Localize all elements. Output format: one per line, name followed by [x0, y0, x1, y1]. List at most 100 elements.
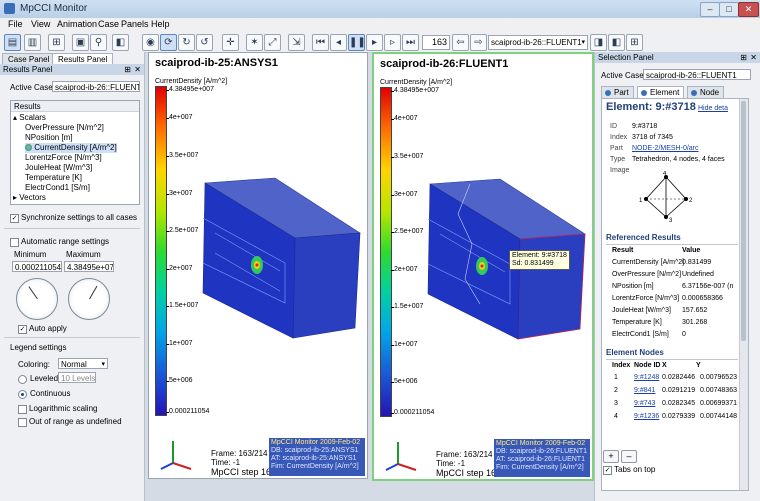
scrollbar-thumb[interactable] [741, 101, 746, 341]
tree-item-electrcond1[interactable]: ElectrCond1 [S/m] [25, 183, 90, 193]
case-select[interactable]: scaiprod-ib-26::FLUENT1 ▾ [488, 35, 588, 50]
tree-item-scalars[interactable]: ▴ Scalars [13, 113, 46, 123]
tree-item-nposition[interactable]: NPosition [m] [25, 133, 73, 143]
pin-icon[interactable]: ⊞ [740, 52, 747, 63]
maximize-button[interactable]: □ [719, 2, 739, 17]
add-button[interactable]: + [603, 450, 619, 463]
node-icon [691, 90, 697, 96]
scrollbar[interactable] [739, 99, 748, 490]
info-box: MpCCI Monitor 2009-Feb-02 DB: scaiprod-i… [269, 438, 365, 476]
tree-item-jouleheat[interactable]: JouleHeat [W/m^3] [25, 163, 92, 173]
maximum-dial[interactable] [68, 278, 110, 320]
menu-panels[interactable]: Panels [121, 19, 149, 29]
tab-label: Element [650, 88, 680, 97]
camera-icon[interactable]: ◉ [142, 34, 159, 51]
scalar-field-icon [25, 144, 32, 151]
tree-item-currentdensity[interactable]: CurrentDensity [A/m^2] [25, 143, 117, 153]
sync-checkbox[interactable]: ✓ [10, 214, 19, 223]
export-icon[interactable]: ⇲ [288, 34, 305, 51]
pin-icon[interactable]: ⊞ [124, 64, 131, 75]
result-value: Undefined [682, 271, 714, 278]
menu-view[interactable]: View [31, 19, 50, 29]
expand-icon[interactable]: ▸ [13, 193, 17, 202]
element-details: Element: 9:#3718 Hide deta ID 9:#3718 In… [601, 98, 749, 491]
app-icon [4, 3, 15, 14]
close-icon[interactable]: ✕ [750, 52, 757, 63]
menu-help[interactable]: Help [151, 19, 170, 29]
minimize-button[interactable]: – [700, 2, 720, 17]
node-x: 0.0291219 [662, 387, 696, 394]
last-frame-icon[interactable]: ⏭ [402, 34, 419, 51]
tree-item-temperature[interactable]: Temperature [K] [25, 173, 82, 183]
play-icon[interactable]: ▸ [366, 34, 383, 51]
fit-view-icon[interactable]: ⊞ [48, 34, 65, 51]
collapse-icon[interactable]: ▴ [13, 113, 17, 122]
axis-icon[interactable]: ✛ [222, 34, 239, 51]
minimum-field[interactable]: 0.000211054 [12, 261, 62, 272]
node-id-link[interactable]: 9:#841 [634, 387, 655, 394]
measure-icon[interactable]: ⤢ [264, 34, 281, 51]
log-scaling-checkbox[interactable] [18, 405, 27, 414]
hide-details-link[interactable]: Hide deta [698, 105, 728, 112]
active-case-field[interactable]: scaiprod-ib-26::FLUENT1 [643, 69, 751, 80]
node-id-link[interactable]: 9:#1236 [634, 413, 659, 420]
close-icon[interactable]: ✕ [134, 64, 141, 75]
rotate-y-icon[interactable]: ↻ [178, 34, 195, 51]
first-frame-icon[interactable]: ⏮ [312, 34, 329, 51]
leveled-radio[interactable] [18, 375, 27, 384]
remove-button[interactable]: – [621, 450, 637, 463]
active-case-field[interactable]: scaiprod-ib-26::FLUENT1 [52, 81, 140, 92]
tetrahedron-image: 4 1 2 3 [639, 171, 693, 223]
part-link[interactable]: NODE-2/MESH-0/arc [632, 145, 699, 152]
left-panel-toggle-icon[interactable]: ◨ [590, 34, 607, 51]
auto-range-checkbox[interactable] [10, 238, 19, 247]
info-line: AT: scaiprod-ib-26:FLUENT1 [496, 456, 585, 463]
forward-arrow-icon[interactable]: ⇨ [470, 34, 487, 51]
tree-item-lorentzforce[interactable]: LorentzForce [N/m^3] [25, 153, 102, 163]
viewport-ansys[interactable]: scaiprod-ib-25:ANSYS1 CurrentDensity [A/… [148, 52, 368, 479]
levels-select[interactable]: 10 Levels [58, 372, 96, 383]
mesh-model[interactable] [185, 153, 365, 353]
clip-icon[interactable]: ◧ [112, 34, 129, 51]
layout-icon[interactable]: ▤ [4, 34, 21, 51]
menu-case[interactable]: Case [98, 19, 119, 29]
close-button[interactable]: ✕ [738, 2, 759, 17]
menu-file[interactable]: File [8, 19, 23, 29]
rotate-z-icon[interactable]: ↺ [196, 34, 213, 51]
probe-icon[interactable]: ✶ [246, 34, 263, 51]
node-id-link[interactable]: 9:#1248 [634, 374, 659, 381]
minimum-label: Minimum [14, 250, 47, 259]
grid-view-icon[interactable]: ⊞ [626, 34, 643, 51]
tree-item-label: Vectors [19, 193, 46, 202]
pause-icon[interactable]: ❚❚ [348, 34, 366, 51]
frame-number-input[interactable]: 163 [422, 35, 450, 50]
zoom-icon[interactable]: ⚲ [90, 34, 107, 51]
auto-apply-checkbox[interactable]: ✓ [18, 325, 27, 334]
continuous-label: Continuous [30, 389, 71, 398]
viewport-fluent[interactable]: scaiprod-ib-26:FLUENT1 CurrentDensity [A… [372, 52, 594, 481]
part-icon [605, 90, 611, 96]
node-id-link[interactable]: 9:#743 [634, 400, 655, 407]
maximum-field[interactable]: 4.38495e+07 [64, 261, 114, 272]
next-frame-icon[interactable]: ▹ [384, 34, 401, 51]
tree-item-vectors[interactable]: ▸ Vectors [13, 193, 46, 203]
detail-key: Index [610, 134, 628, 141]
nodes-col-node-id: Node ID [634, 362, 661, 369]
layout-split-icon[interactable]: ▥ [24, 34, 41, 51]
minimum-dial[interactable] [16, 278, 58, 320]
result-name: LorentzForce [N/m^3] [612, 295, 680, 302]
nodes-col-x: X [662, 362, 667, 369]
right-panel-toggle-icon[interactable]: ◧ [608, 34, 625, 51]
back-arrow-icon[interactable]: ⇦ [452, 34, 469, 51]
element-icon [641, 90, 647, 96]
colorbar-tick: 4e+007 [391, 115, 418, 122]
zoom-box-icon[interactable]: ▣ [72, 34, 89, 51]
coloring-select[interactable]: Normal ▾ [58, 358, 108, 369]
tabs-on-top-checkbox[interactable]: ✓ [603, 466, 612, 475]
prev-frame-icon[interactable]: ◂ [330, 34, 347, 51]
tree-item-overpressure[interactable]: OverPressure [N/m^2] [25, 123, 104, 133]
continuous-radio[interactable] [18, 390, 27, 399]
rotate-icon[interactable]: ⟳ [160, 34, 177, 51]
menu-animation[interactable]: Animation [57, 19, 97, 29]
out-of-range-checkbox[interactable] [18, 418, 27, 427]
